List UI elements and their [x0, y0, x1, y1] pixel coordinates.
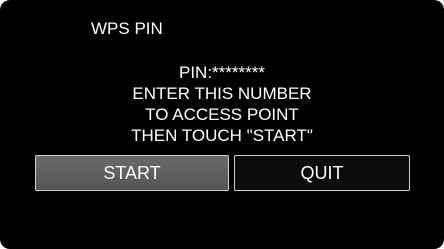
- pin-instructions: PIN:******** ENTER THIS NUMBER TO ACCESS…: [0, 62, 444, 146]
- instruction-line: THEN TOUCH "START": [131, 126, 313, 145]
- quit-button[interactable]: QUIT: [234, 155, 410, 191]
- instruction-line: ENTER THIS NUMBER: [132, 84, 312, 103]
- screen-title: WPS PIN: [91, 19, 163, 38]
- wps-pin-screen: WPS PIN PIN:******** ENTER THIS NUMBER T…: [0, 0, 444, 249]
- pin-value: PIN:********: [179, 63, 265, 82]
- instruction-line: TO ACCESS POINT: [145, 105, 299, 124]
- start-button[interactable]: START: [35, 155, 229, 191]
